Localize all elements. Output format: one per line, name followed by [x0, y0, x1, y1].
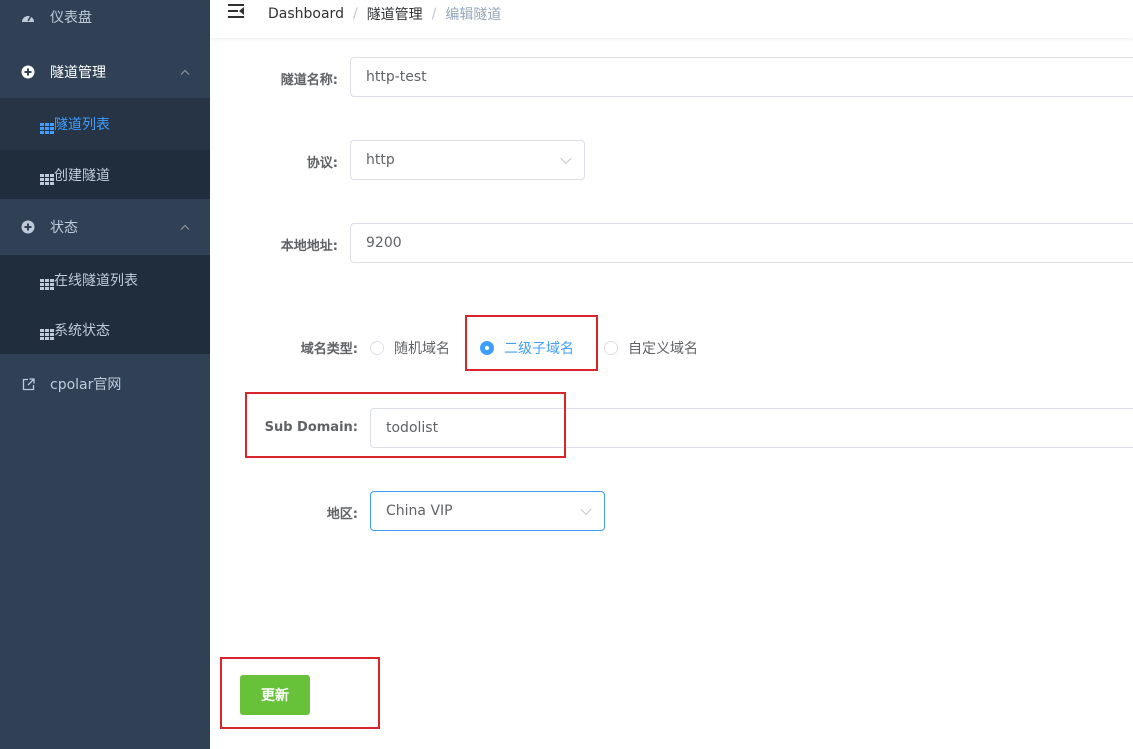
sidebar-item-create-tunnel[interactable]: 创建隧道	[0, 150, 210, 199]
sidebar-item-label: 隧道列表	[54, 117, 110, 133]
sidebar-item-tunnel-management[interactable]: 隧道管理	[0, 46, 210, 98]
chevron-up-icon	[180, 66, 190, 79]
breadcrumb-item-tunnel-management[interactable]: 隧道管理	[367, 4, 423, 24]
protocol-value: http	[366, 152, 395, 168]
sidebar-item-label: 状态	[50, 220, 78, 236]
table-icon	[40, 270, 54, 290]
highlight-box-subdomain-field	[245, 392, 566, 458]
sidebar: 仪表盘 隧道管理 隧道列表 创建隧道 状态 在线隧道列表 系统状态 cpolar…	[0, 0, 210, 749]
region-value: China VIP	[386, 503, 453, 519]
breadcrumb-item-edit-tunnel: 编辑隧道	[445, 7, 502, 23]
sidebar-item-label: 仪表盘	[50, 10, 92, 26]
sidebar-item-label: 在线隧道列表	[54, 273, 138, 289]
tunnel-name-value: http-test	[366, 69, 427, 85]
breadcrumb-item-dashboard[interactable]: Dashboard	[268, 6, 344, 22]
sidebar-item-cpolar-site[interactable]: cpolar官网	[0, 358, 210, 410]
protocol-select[interactable]: http	[350, 140, 585, 180]
status-icon	[20, 219, 36, 235]
tunnel-name-input[interactable]: http-test	[350, 57, 1133, 97]
region-label: 地区:	[326, 507, 358, 522]
radio-random-domain[interactable]: 随机域名	[370, 338, 450, 358]
breadcrumb-separator: /	[431, 6, 437, 22]
table-icon	[40, 114, 54, 134]
chevron-down-icon	[580, 503, 592, 516]
sidebar-item-label: cpolar官网	[50, 377, 122, 393]
table-icon	[40, 320, 54, 340]
tunnel-management-icon	[20, 64, 36, 80]
sidebar-item-tunnel-list[interactable]: 隧道列表	[0, 98, 210, 150]
region-select[interactable]: China VIP	[370, 491, 605, 531]
local-address-label: 本地地址:	[280, 239, 338, 254]
breadcrumb-separator: /	[352, 6, 358, 22]
radio-icon	[370, 341, 384, 355]
table-icon	[40, 165, 54, 185]
sidebar-item-label: 创建隧道	[54, 167, 110, 184]
protocol-label: 协议:	[306, 156, 338, 171]
radio-custom-domain[interactable]: 自定义域名	[604, 338, 698, 358]
chevron-down-icon	[560, 152, 572, 165]
radio-label: 自定义域名	[628, 341, 698, 357]
sidebar-item-dashboard[interactable]: 仪表盘	[0, 0, 210, 34]
menu-toggle-icon[interactable]	[228, 4, 244, 18]
topbar: Dashboard / 隧道管理 / 编辑隧道	[210, 0, 1133, 38]
external-link-icon	[20, 376, 36, 392]
sidebar-item-status[interactable]: 状态	[0, 199, 210, 255]
breadcrumb: Dashboard / 隧道管理 / 编辑隧道	[268, 4, 501, 24]
dashboard-icon	[20, 9, 36, 25]
local-address-input[interactable]: 9200	[350, 223, 1133, 263]
local-address-value: 9200	[366, 235, 402, 251]
domain-type-label: 域名类型:	[300, 342, 358, 357]
sidebar-item-online-tunnels[interactable]: 在线隧道列表	[0, 255, 210, 305]
highlight-box-subdomain-radio	[465, 315, 598, 371]
sidebar-item-label: 系统状态	[54, 322, 110, 339]
app: 仪表盘 隧道管理 隧道列表 创建隧道 状态 在线隧道列表 系统状态 cpolar…	[0, 0, 1133, 749]
tunnel-name-label: 隧道名称:	[280, 73, 338, 88]
sidebar-item-label: 隧道管理	[50, 65, 106, 81]
highlight-box-update-button	[220, 657, 380, 729]
radio-icon	[604, 341, 618, 355]
chevron-up-icon	[180, 221, 190, 234]
radio-label: 随机域名	[394, 341, 450, 357]
sidebar-item-system-status[interactable]: 系统状态	[0, 305, 210, 354]
